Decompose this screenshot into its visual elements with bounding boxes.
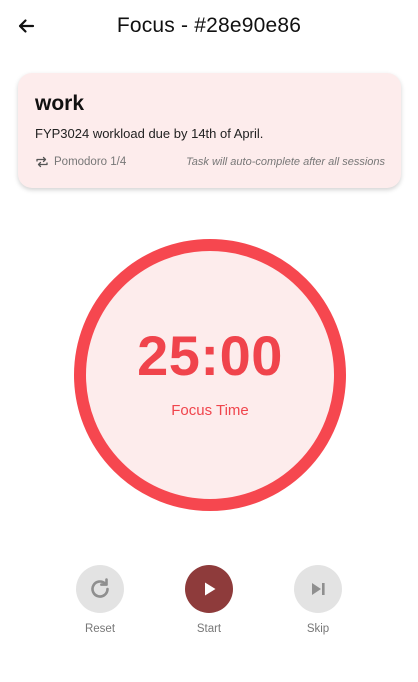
task-title: work	[35, 92, 85, 115]
start-button[interactable]	[185, 565, 233, 613]
play-icon	[205, 582, 216, 596]
timer-controls: Reset Start Skip	[0, 565, 418, 645]
reset-control: Reset	[70, 565, 130, 635]
start-label: Start	[196, 623, 222, 635]
reset-label: Reset	[84, 623, 116, 635]
skip-button[interactable]	[294, 565, 342, 613]
task-card: work FYP3024 workload due by 14th of Apr…	[18, 73, 401, 188]
refresh-icon	[91, 578, 109, 598]
timer-mode-label: Focus Time	[171, 401, 249, 419]
back-button[interactable]	[12, 12, 40, 40]
app-header: Focus - #28e90e86	[0, 0, 418, 52]
task-meta: Pomodoro 1/4 Task will auto-complete aft…	[35, 155, 385, 169]
skip-label: Skip	[306, 623, 330, 635]
pomodoro-progress: Pomodoro 1/4	[54, 156, 127, 168]
focus-screen: Focus - #28e90e86 work FYP3024 workload …	[0, 0, 418, 682]
repeat-icon	[35, 155, 49, 169]
auto-complete-note: Task will auto-complete after all sessio…	[186, 156, 385, 168]
timer-value: 25:00	[137, 323, 283, 387]
start-control: Start	[179, 565, 239, 635]
arrow-left-icon	[18, 19, 35, 33]
skip-control: Skip	[288, 565, 348, 635]
reset-button[interactable]	[76, 565, 124, 613]
skip-next-icon	[312, 583, 325, 595]
page-title: Focus - #28e90e86	[116, 14, 302, 37]
timer-ring: 25:00 Focus Time	[74, 239, 346, 511]
task-description: FYP3024 workload due by 14th of April.	[35, 126, 264, 141]
